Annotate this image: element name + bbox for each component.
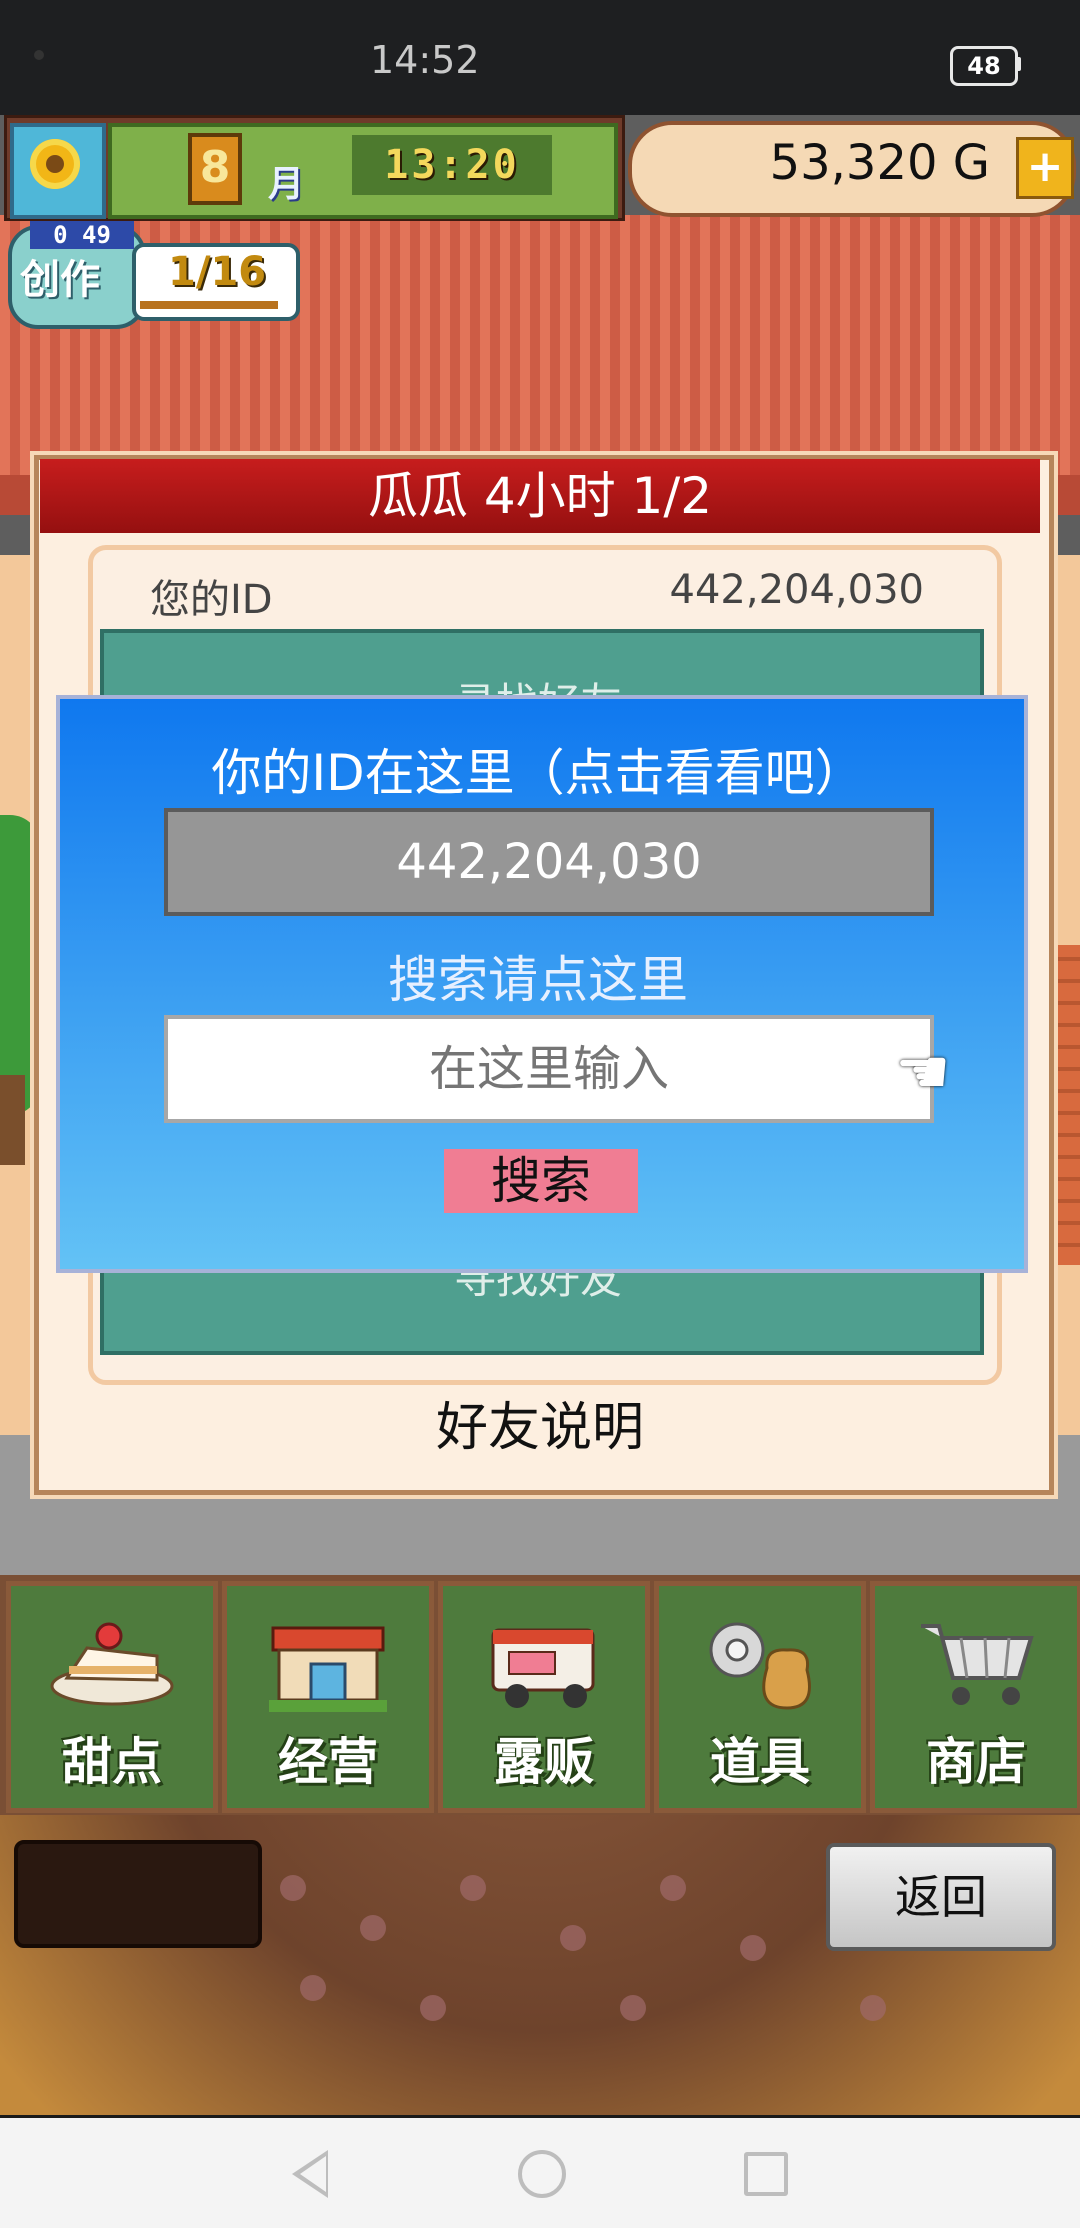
- tools-bag-icon: [709, 1622, 811, 1710]
- gold-amount: 53,320 G: [769, 135, 990, 191]
- food-truck-icon: [491, 1628, 595, 1708]
- decor-dot: [620, 1995, 646, 2021]
- shop-building-icon: [269, 1626, 387, 1712]
- id-display-button[interactable]: 442,204,030: [164, 808, 934, 916]
- friend-id-input[interactable]: [164, 1015, 934, 1123]
- status-bar: [0, 0, 1080, 115]
- nav-back-icon-inner: [300, 2156, 326, 2192]
- decor-dot: [280, 1875, 306, 1901]
- dialog-title: 你的ID在这里（点击看看吧）: [211, 744, 865, 802]
- decor-dot: [860, 1995, 886, 2021]
- menu-label-dessert: 甜点: [62, 1733, 162, 1791]
- game-clock: 13:20: [352, 135, 552, 195]
- shopping-cart-icon: [921, 1624, 1034, 1705]
- tree-trunk: [0, 1075, 25, 1165]
- empty-slot: [14, 1840, 262, 1948]
- battery-icon: 48: [950, 46, 1018, 86]
- menu-item-manage[interactable]: 经营: [222, 1581, 434, 1813]
- nav-recent-apps-icon[interactable]: [744, 2152, 788, 2196]
- menu-label-manage: 经营: [278, 1733, 378, 1791]
- decor-dot: [460, 1875, 486, 1901]
- battery-tip: [1015, 57, 1021, 71]
- create-progress-text: 1/16: [168, 249, 267, 295]
- decor-dot: [560, 1925, 586, 1951]
- menu-label-store: 商店: [926, 1733, 1026, 1791]
- search-hint: 搜索请点这里: [388, 951, 688, 1009]
- pointing-hand-icon: ☛: [895, 1035, 951, 1108]
- search-button[interactable]: 搜索: [444, 1149, 638, 1213]
- game-scene: 8 月 13:20 53,320 G + 0 49 创作 1/16 瓜瓜 4小时…: [0, 115, 1080, 2115]
- menu-item-tools[interactable]: 道具: [654, 1581, 866, 1813]
- menu-label-food-truck: 露贩: [494, 1733, 594, 1791]
- friend-help-link[interactable]: 好友说明: [40, 1385, 1040, 1460]
- add-gold-button[interactable]: +: [1016, 137, 1074, 199]
- your-id-label: 您的ID: [150, 577, 273, 623]
- menu-label-tools: 道具: [710, 1733, 810, 1791]
- menu-item-food-truck[interactable]: 露贩: [438, 1581, 650, 1813]
- decor-dot: [300, 1975, 326, 2001]
- create-label: 创作: [20, 257, 100, 303]
- decor-dot: [660, 1875, 686, 1901]
- menu-item-dessert[interactable]: 甜点: [6, 1581, 218, 1813]
- decor-dot: [360, 1915, 386, 1941]
- cake-icon: [50, 1622, 174, 1706]
- panel-title: 瓜瓜 4小时 1/2: [40, 459, 1040, 533]
- decor-dot: [740, 1935, 766, 1961]
- decor-dot: [420, 1995, 446, 2021]
- create-progress-bar: [140, 301, 278, 309]
- your-id-value: 442,204,030: [669, 567, 924, 613]
- back-button[interactable]: 返回: [826, 1843, 1056, 1951]
- status-time: 14:52: [370, 38, 480, 82]
- month-label: 月: [268, 164, 305, 205]
- create-counter: 0 49: [30, 221, 134, 249]
- nav-home-icon[interactable]: [518, 2150, 566, 2198]
- month-number: 8: [188, 133, 242, 205]
- sunflower-center: [46, 155, 64, 173]
- notification-dot-icon: [34, 50, 44, 60]
- menu-item-store[interactable]: 商店: [870, 1581, 1080, 1813]
